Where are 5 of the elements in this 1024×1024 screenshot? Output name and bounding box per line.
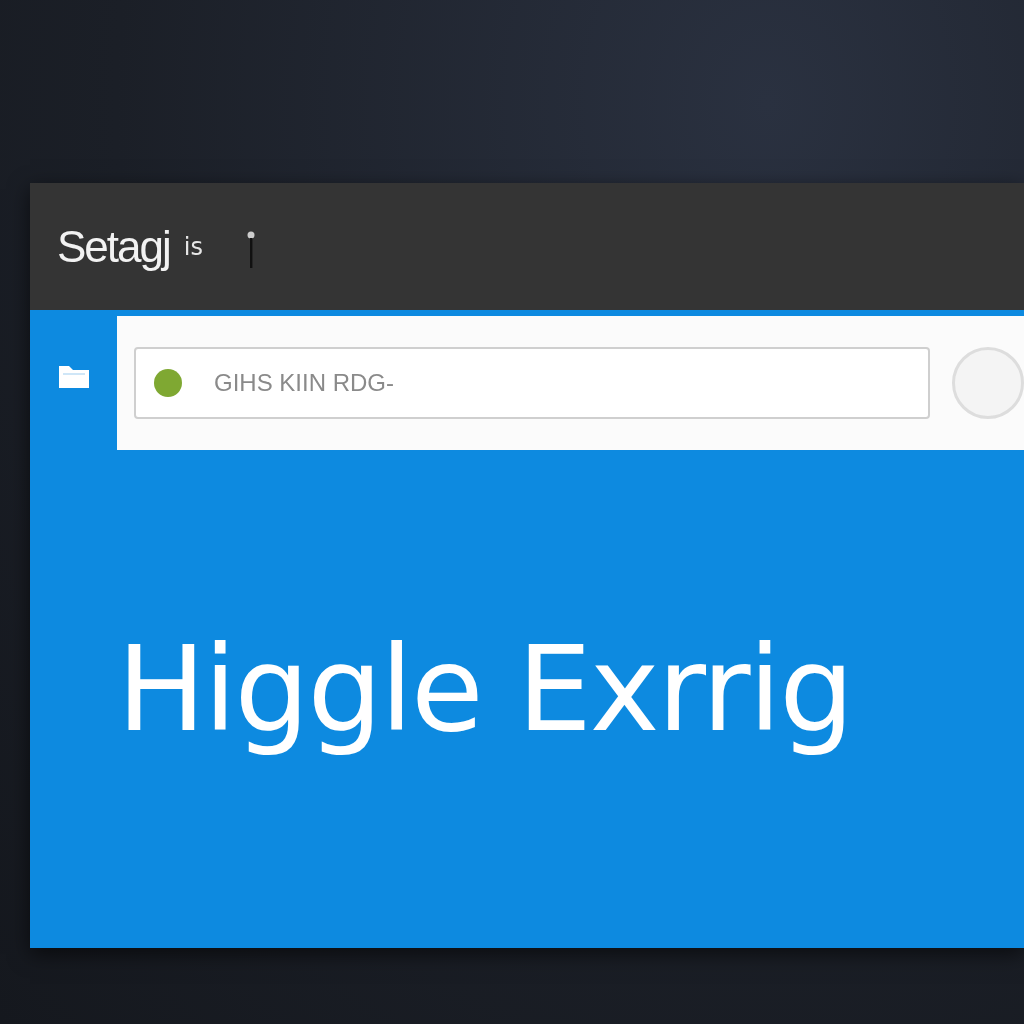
- hero-heading: Higgle Exrrig: [117, 620, 853, 758]
- window-subtitle: is: [183, 232, 203, 261]
- search-field[interactable]: GIHS KIIN RDG-: [134, 347, 930, 419]
- text-cursor-icon: [246, 229, 255, 270]
- window-title: Setagj: [57, 221, 170, 272]
